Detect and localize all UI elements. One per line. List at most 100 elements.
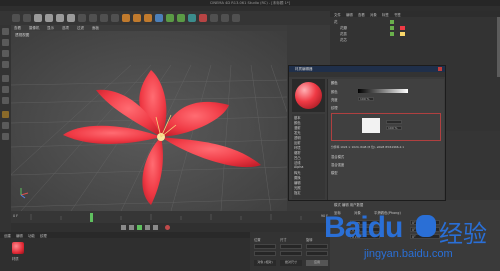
watermark-url: jingyan.baidu.com bbox=[364, 248, 453, 260]
z-axis-icon[interactable] bbox=[100, 14, 108, 22]
live-selection-icon[interactable] bbox=[34, 14, 42, 22]
obj-tab-edit[interactable]: 编辑 bbox=[346, 12, 353, 17]
visibility-dot-icon[interactable] bbox=[390, 32, 394, 36]
tweak-icon[interactable] bbox=[2, 111, 9, 118]
paw-icon bbox=[416, 215, 436, 237]
obj-tab-view[interactable]: 查看 bbox=[358, 12, 365, 17]
color-slider[interactable] bbox=[358, 89, 408, 93]
play-icon[interactable] bbox=[137, 225, 142, 230]
prev-frame-icon[interactable] bbox=[129, 225, 134, 230]
material-tag-icon[interactable] bbox=[400, 26, 405, 30]
go-to-end-icon[interactable] bbox=[153, 225, 158, 230]
object-name: 花瓣 bbox=[340, 26, 347, 30]
object-row[interactable]: 花芯 bbox=[340, 38, 347, 43]
polygons-mode-icon[interactable] bbox=[2, 97, 9, 104]
mat-tab-texture[interactable]: 纹理 bbox=[40, 233, 47, 238]
camera-icon[interactable] bbox=[221, 14, 229, 22]
workplane-icon[interactable] bbox=[2, 133, 9, 140]
viewport-menu-display[interactable]: 显示 bbox=[47, 26, 54, 31]
scale-icon[interactable] bbox=[56, 14, 64, 22]
go-to-start-icon[interactable] bbox=[121, 225, 126, 230]
texture-row-label: 纹理 bbox=[331, 106, 338, 110]
array-icon[interactable] bbox=[188, 14, 196, 22]
move-icon[interactable] bbox=[45, 14, 53, 22]
coord-size-select[interactable]: 绝对尺寸 bbox=[280, 260, 302, 266]
cube-icon[interactable] bbox=[155, 14, 163, 22]
timeline[interactable]: 0 F 90 F bbox=[11, 211, 330, 223]
mat-tab-edit[interactable]: 编辑 bbox=[16, 233, 23, 238]
object-row[interactable]: 花蕊 bbox=[340, 32, 347, 37]
mat-tab-function[interactable]: 功能 bbox=[28, 233, 35, 238]
texture-thumbnail[interactable] bbox=[362, 118, 380, 133]
watermark-brand-cn: 经验 bbox=[439, 220, 487, 248]
object-row[interactable]: 花瓣 bbox=[340, 26, 347, 31]
points-mode-icon[interactable] bbox=[2, 75, 9, 82]
undo-icon[interactable] bbox=[12, 14, 20, 22]
coord-sy-field[interactable] bbox=[280, 251, 302, 256]
brightness-row-label: 亮度 bbox=[331, 98, 338, 102]
visibility-dot-icon[interactable] bbox=[390, 26, 394, 30]
close-icon[interactable] bbox=[438, 67, 442, 71]
render-settings-icon[interactable] bbox=[144, 14, 152, 22]
texture-section: 100 % bbox=[331, 113, 441, 141]
channel-header: 颜色 bbox=[331, 81, 338, 85]
channel-item[interactable]: 指定 bbox=[294, 190, 301, 195]
material-name[interactable]: 材质 bbox=[12, 256, 19, 261]
obj-tab-tags[interactable]: 标签 bbox=[382, 12, 389, 17]
material-preview bbox=[292, 79, 325, 112]
floor-icon[interactable] bbox=[210, 14, 218, 22]
axis-mode-icon[interactable] bbox=[2, 61, 9, 68]
render-view-icon[interactable] bbox=[122, 14, 130, 22]
transport-bar bbox=[11, 223, 330, 232]
brightness-field[interactable]: 100 % bbox=[358, 97, 374, 101]
playhead[interactable] bbox=[90, 213, 93, 222]
viewport-menu-camera[interactable]: 摄像机 bbox=[29, 26, 40, 31]
viewport-menu-panel[interactable]: 面板 bbox=[92, 26, 99, 31]
watermark-brand: Baidu bbox=[324, 211, 403, 244]
object-name: 花蕊 bbox=[340, 32, 347, 36]
coord-y-field[interactable] bbox=[254, 251, 276, 256]
light-icon[interactable] bbox=[232, 14, 240, 22]
nurbs-icon[interactable] bbox=[166, 14, 174, 22]
texture-mode-icon[interactable] bbox=[2, 50, 9, 57]
coord-mode-select[interactable]: 对象 (相对) bbox=[254, 260, 276, 266]
coord-system-icon[interactable] bbox=[111, 14, 119, 22]
snap-icon[interactable] bbox=[2, 122, 9, 129]
mix-strength-field[interactable]: 100 % bbox=[386, 126, 402, 130]
coord-x-field[interactable] bbox=[254, 244, 276, 249]
mat-tab-create[interactable]: 创建 bbox=[4, 233, 11, 238]
viewport-grid bbox=[11, 25, 287, 211]
rotate-icon[interactable] bbox=[67, 14, 75, 22]
viewport-menu-view[interactable]: 查看 bbox=[14, 26, 21, 31]
color-row-label: 颜色 bbox=[331, 90, 338, 94]
object-row[interactable]: 花 bbox=[334, 20, 338, 25]
make-editable-icon[interactable] bbox=[2, 28, 9, 35]
coord-sx-field[interactable] bbox=[280, 244, 302, 249]
obj-tab-bookmarks[interactable]: 书签 bbox=[394, 12, 401, 17]
coordinate-manager: 位置 尺寸 旋转 对象 (相对) 绝对尺寸 应用 bbox=[250, 232, 330, 271]
viewport-menu-filter[interactable]: 过滤 bbox=[77, 26, 84, 31]
render-picture-viewer-icon[interactable] bbox=[133, 14, 141, 22]
x-axis-icon[interactable] bbox=[78, 14, 86, 22]
spline-icon[interactable] bbox=[177, 14, 185, 22]
visibility-dot-icon[interactable] bbox=[390, 20, 394, 24]
mix-strength-label: 混合强度 bbox=[331, 163, 345, 167]
deformer-icon[interactable] bbox=[199, 14, 207, 22]
main-toolbar bbox=[0, 11, 340, 25]
viewport-menu-options[interactable]: 选项 bbox=[62, 26, 69, 31]
mix-mode-field[interactable] bbox=[386, 120, 402, 124]
material-swatch[interactable] bbox=[12, 242, 24, 254]
edges-mode-icon[interactable] bbox=[2, 86, 9, 93]
record-icon[interactable] bbox=[165, 225, 170, 230]
mix-mode-label: 混合模式 bbox=[331, 155, 345, 159]
obj-tab-object[interactable]: 对象 bbox=[370, 12, 377, 17]
channel-settings: 颜色 颜色 亮度 100 % 纹理 100 % 分辨率 1024 × 1024,… bbox=[327, 79, 444, 200]
obj-tab-file[interactable]: 文件 bbox=[334, 12, 341, 17]
next-frame-icon[interactable] bbox=[145, 225, 150, 230]
y-axis-icon[interactable] bbox=[89, 14, 97, 22]
object-manager-tabs: 文件 编辑 查看 对象 标签 书签 bbox=[330, 11, 500, 17]
model-mode-icon[interactable] bbox=[2, 39, 9, 46]
perspective-viewport[interactable]: 查看 摄像机 显示 选项 过滤 面板 透视视图 bbox=[11, 25, 287, 211]
redo-icon[interactable] bbox=[23, 14, 31, 22]
material-tag-icon[interactable] bbox=[400, 32, 405, 36]
